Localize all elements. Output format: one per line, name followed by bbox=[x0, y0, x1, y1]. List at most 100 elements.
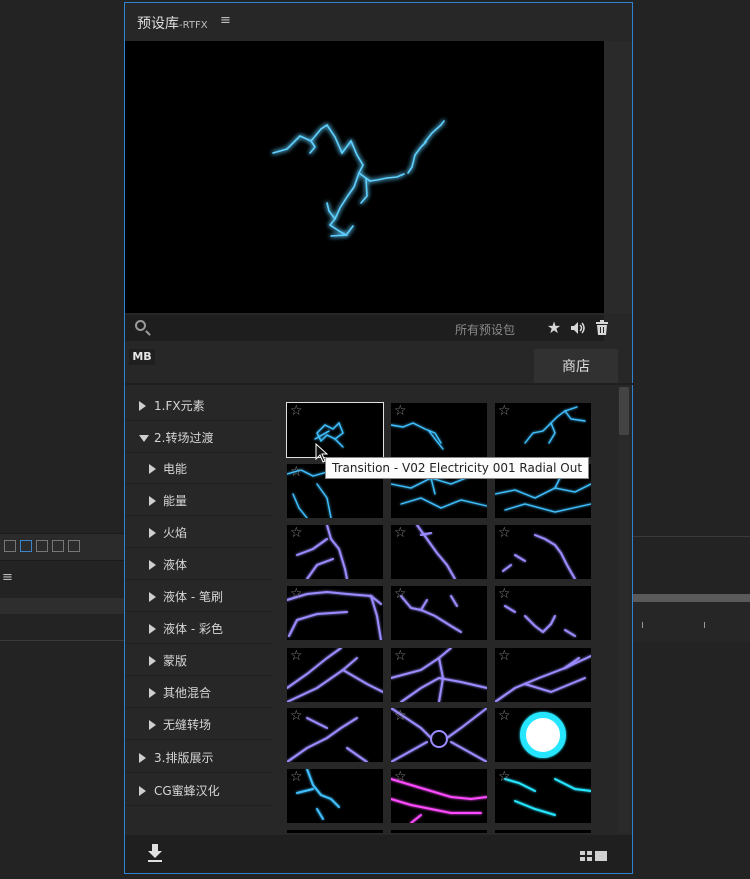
preset-thumbnail[interactable]: ☆ bbox=[495, 708, 591, 762]
favorite-star-icon[interactable]: ☆ bbox=[290, 586, 303, 602]
expand-down-icon[interactable] bbox=[139, 435, 149, 442]
preset-thumbnail[interactable]: ☆ bbox=[391, 648, 487, 702]
favorite-star-icon[interactable]: ☆ bbox=[498, 586, 511, 602]
toolbar-tool-icon[interactable] bbox=[52, 540, 64, 552]
toolbar-tool-icon[interactable] bbox=[4, 540, 16, 552]
preset-thumbnail[interactable]: ☆ bbox=[391, 708, 487, 762]
favorite-star-icon[interactable]: ☆ bbox=[498, 769, 511, 785]
expand-right-icon[interactable] bbox=[149, 656, 156, 666]
preset-thumbnail[interactable] bbox=[495, 830, 591, 833]
favorite-star-icon[interactable]: ☆ bbox=[290, 464, 303, 480]
favorite-star-icon[interactable]: ☆ bbox=[290, 648, 303, 664]
section-label: MB bbox=[129, 349, 155, 365]
background-left-panel bbox=[0, 0, 124, 879]
preset-thumbnail[interactable]: ☆ bbox=[287, 708, 383, 762]
favorite-star-icon[interactable]: ☆ bbox=[498, 648, 511, 664]
scrollbar-thumb[interactable] bbox=[619, 387, 629, 435]
background-timeline bbox=[633, 602, 750, 642]
expand-right-icon[interactable] bbox=[139, 753, 146, 763]
preset-thumbnail[interactable]: ☆ bbox=[391, 403, 487, 457]
preset-thumbnail[interactable]: ☆ bbox=[287, 769, 383, 823]
panel-menu-icon[interactable]: ≡ bbox=[220, 13, 231, 28]
preset-thumbnail[interactable]: ☆ bbox=[287, 586, 383, 640]
preset-thumbnail[interactable]: ☆ bbox=[495, 648, 591, 702]
search-icon[interactable] bbox=[135, 320, 146, 331]
all-packs-filter[interactable]: 所有预设包 bbox=[455, 321, 515, 338]
favorite-star-icon[interactable]: ☆ bbox=[394, 586, 407, 602]
favorite-star-icon[interactable]: ☆ bbox=[394, 648, 407, 664]
preset-thumbnail[interactable]: ☆ bbox=[495, 403, 591, 457]
background-divider bbox=[633, 536, 750, 537]
expand-right-icon[interactable] bbox=[149, 592, 156, 602]
preset-thumbnail[interactable]: ☆ bbox=[391, 769, 487, 823]
category-item[interactable]: 液体 - 笔刷 bbox=[125, 582, 273, 612]
favorite-star-icon[interactable]: ☆ bbox=[290, 769, 303, 785]
expand-right-icon[interactable] bbox=[149, 688, 156, 698]
expand-right-icon[interactable] bbox=[149, 528, 156, 538]
preset-library-panel: 预设库-RTFX ≡ 所有预设包 ★ MB 商店 1.FX元素 2.转场过渡 电… bbox=[124, 2, 634, 874]
category-item[interactable]: 火焰 bbox=[125, 518, 273, 548]
category-item[interactable]: 液体 - 彩色 bbox=[125, 614, 273, 644]
favorite-star-icon[interactable]: ☆ bbox=[290, 403, 303, 419]
preset-thumbnail[interactable]: ☆ bbox=[391, 586, 487, 640]
download-icon[interactable] bbox=[147, 843, 163, 863]
panel-title-text: 预设库 bbox=[137, 16, 179, 32]
category-label: 液体 - 彩色 bbox=[163, 622, 223, 636]
preset-thumbnail[interactable]: ☆ bbox=[391, 525, 487, 579]
search-bar: 所有预设包 bbox=[125, 315, 604, 341]
preset-thumbnail[interactable] bbox=[287, 830, 383, 833]
expand-right-icon[interactable] bbox=[149, 624, 156, 634]
favorite-star-icon[interactable]: ☆ bbox=[394, 708, 407, 724]
volume-icon[interactable] bbox=[568, 315, 588, 341]
category-item[interactable]: 蒙版 bbox=[125, 646, 273, 676]
favorite-star-icon[interactable]: ☆ bbox=[498, 708, 511, 724]
category-item[interactable]: 液体 bbox=[125, 550, 273, 580]
favorite-star-icon[interactable]: ☆ bbox=[498, 525, 511, 541]
preset-thumbnail[interactable]: ☆ bbox=[495, 525, 591, 579]
favorite-star-icon[interactable]: ☆ bbox=[394, 769, 407, 785]
expand-right-icon[interactable] bbox=[149, 720, 156, 730]
favorite-star-icon[interactable]: ☆ bbox=[394, 403, 407, 419]
large-view-icon[interactable] bbox=[595, 851, 607, 861]
favorite-star-icon[interactable]: ☆ bbox=[498, 403, 511, 419]
grid-scrollbar[interactable] bbox=[618, 387, 630, 833]
favorite-star-icon[interactable]: ☆ bbox=[394, 525, 407, 541]
preset-thumbnail[interactable]: ☆ bbox=[495, 769, 591, 823]
trash-icon[interactable] bbox=[592, 315, 612, 341]
favorite-star-icon[interactable]: ☆ bbox=[290, 708, 303, 724]
star-icon[interactable]: ★ bbox=[544, 315, 564, 341]
category-label: 火焰 bbox=[163, 526, 188, 540]
expand-right-icon[interactable] bbox=[139, 401, 146, 411]
category-item[interactable]: 无缝转场 bbox=[125, 710, 273, 740]
category-item[interactable]: CG蜜蜂汉化 bbox=[125, 776, 273, 806]
panel-divider bbox=[125, 383, 634, 385]
search-input[interactable] bbox=[155, 318, 459, 340]
expand-right-icon[interactable] bbox=[139, 786, 146, 796]
background-toolbar bbox=[0, 533, 124, 561]
category-item[interactable]: 3.排版展示 bbox=[125, 743, 273, 773]
background-menu-icon[interactable]: ≡ bbox=[2, 570, 13, 585]
expand-right-icon[interactable] bbox=[149, 496, 156, 506]
expand-right-icon[interactable] bbox=[149, 464, 156, 474]
toolbar-tool-icon[interactable] bbox=[20, 540, 32, 552]
favorite-star-icon[interactable]: ☆ bbox=[290, 525, 303, 541]
preset-thumbnail[interactable]: ☆ bbox=[287, 648, 383, 702]
category-item[interactable]: 1.FX元素 bbox=[125, 391, 273, 421]
category-item[interactable]: 2.转场过渡 bbox=[125, 423, 273, 453]
category-label: 无缝转场 bbox=[163, 718, 212, 732]
category-item[interactable]: 其他混合 bbox=[125, 678, 273, 708]
preset-thumbnail[interactable]: ☆ bbox=[286, 402, 384, 458]
store-button[interactable]: 商店 bbox=[534, 349, 618, 383]
toolbar-tool-icon[interactable] bbox=[68, 540, 80, 552]
preset-thumbnail[interactable]: ☆ bbox=[495, 586, 591, 640]
preset-thumbnail[interactable]: ☆ bbox=[287, 525, 383, 579]
category-item[interactable]: 能量 bbox=[125, 486, 273, 516]
expand-right-icon[interactable] bbox=[149, 560, 156, 570]
grid-view-icon[interactable] bbox=[580, 851, 592, 861]
toolbar-tool-icon[interactable] bbox=[36, 540, 48, 552]
preset-thumbnail[interactable] bbox=[391, 830, 487, 833]
category-label: 电能 bbox=[163, 462, 188, 476]
thumbnail-graphic bbox=[287, 830, 383, 833]
thumbnail-graphic bbox=[391, 830, 487, 833]
category-item[interactable]: 电能 bbox=[125, 454, 273, 484]
